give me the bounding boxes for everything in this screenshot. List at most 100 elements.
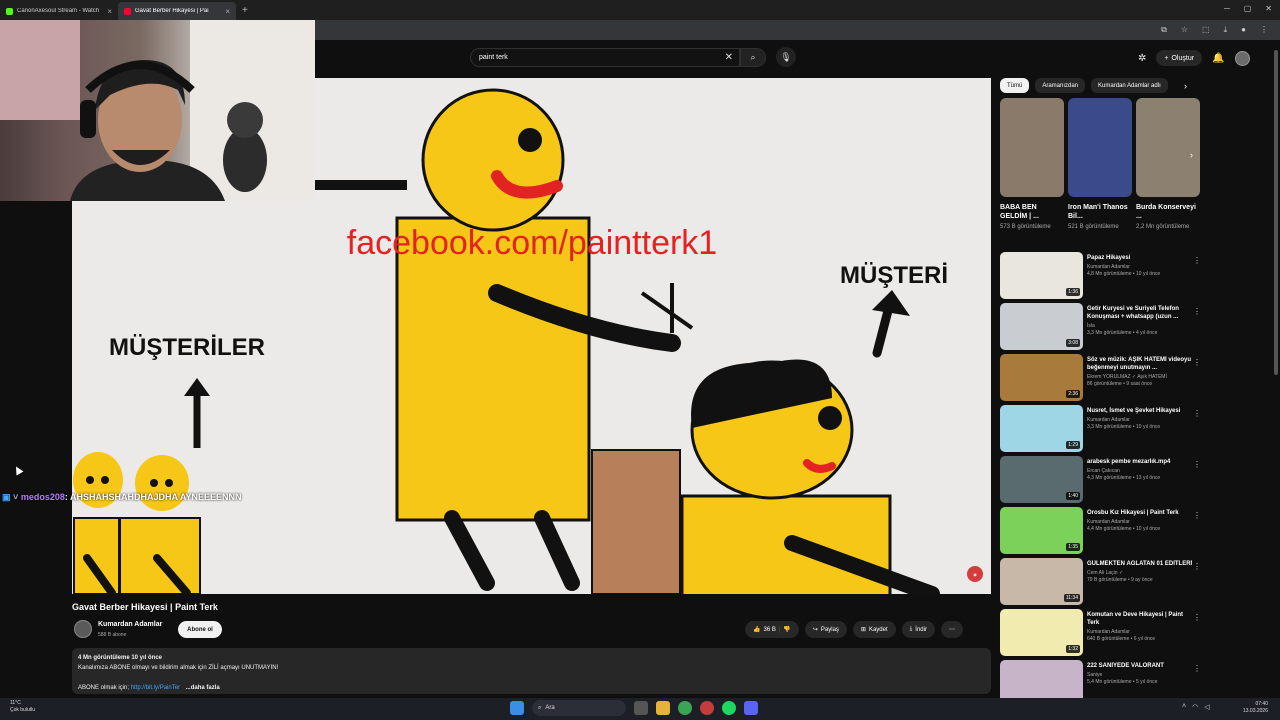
avatar[interactable] xyxy=(1234,50,1250,66)
create-button[interactable]: + Oluştur xyxy=(1156,50,1203,66)
taskbar-search[interactable]: ⌕ Ara xyxy=(532,700,626,716)
short-item[interactable]: Iron Man'i Thanos Bil... 521 B görüntüle… xyxy=(1068,98,1132,231)
video-thumbnail[interactable]: 1:36 xyxy=(1000,252,1083,299)
new-tab-button[interactable]: + xyxy=(242,5,248,16)
list-item[interactable]: 1:35 Orosbu Kız Hikayesi | Paint Terk Ku… xyxy=(1000,507,1205,558)
clear-search-icon[interactable]: ✕ xyxy=(725,52,733,63)
video-title[interactable]: arabesk pembe mezarlık.mp4 xyxy=(1087,458,1195,466)
channel-name[interactable]: Saniye xyxy=(1087,672,1195,679)
channel-name[interactable]: Kumardan Adamlar xyxy=(1087,264,1195,271)
video-thumbnail[interactable]: 1:40 xyxy=(1000,456,1083,503)
description-link[interactable]: http://bit.ly/PainTer xyxy=(131,685,180,691)
more-vert-icon[interactable]: ⋮ xyxy=(1193,511,1201,520)
channel-name[interactable]: Kumardan Adamlar xyxy=(98,621,162,628)
channel-name[interactable]: Cem Ali Laçin ✓ xyxy=(1087,570,1195,577)
like-button[interactable]: 👍 36 B | 👎 xyxy=(745,621,799,638)
chips-next-icon[interactable]: › xyxy=(1184,81,1187,91)
video-thumbnail[interactable]: 1:32 xyxy=(1000,609,1083,656)
more-vert-icon[interactable]: ⋮ xyxy=(1193,307,1201,316)
discord-icon[interactable] xyxy=(744,701,758,715)
page-scrollbar[interactable] xyxy=(1274,50,1278,375)
spotify-icon[interactable] xyxy=(722,701,736,715)
maximize-icon[interactable]: ▢ xyxy=(1244,4,1252,13)
list-item[interactable]: 11:34 GÜLMEKTEN AĞLATAN 01 EDİTLERİ Cem … xyxy=(1000,558,1205,609)
chip-all[interactable]: Tümü xyxy=(1000,78,1030,93)
video-thumbnail[interactable]: 11:34 xyxy=(1000,558,1083,605)
video-title[interactable]: Papaz Hikayesi xyxy=(1087,254,1195,262)
close-tab-icon[interactable]: × xyxy=(225,7,230,16)
menu-icon[interactable]: ⋮ xyxy=(1260,25,1268,35)
video-title[interactable]: Nusret, İsmet ve Şevket Hikayesi xyxy=(1087,407,1195,415)
video-title[interactable]: Orosbu Kız Hikayesi | Paint Terk xyxy=(1087,509,1195,517)
save-button[interactable]: ⊞ Kaydet xyxy=(852,621,896,638)
chip-channel[interactable]: Kumardan Adamlar adlı xyxy=(1091,78,1168,93)
more-vert-icon[interactable]: ⋮ xyxy=(1193,409,1201,418)
download-button[interactable]: ⤓ İndir xyxy=(901,621,935,638)
channel-name[interactable]: Kumardan Adamlar xyxy=(1087,629,1195,636)
list-item[interactable]: 1:29 Nusret, İsmet ve Şevket Hikayesi Ku… xyxy=(1000,405,1205,456)
channel-name[interactable]: İsla xyxy=(1087,323,1195,330)
close-window-icon[interactable]: ✕ xyxy=(1265,4,1272,13)
clock[interactable]: 07:40 13.03.2026 xyxy=(1243,701,1268,715)
more-vert-icon[interactable]: ⋮ xyxy=(1193,664,1201,673)
channel-name[interactable]: Kumardan Adamlar xyxy=(1087,519,1195,526)
video-thumbnail[interactable]: 1:35 xyxy=(1000,507,1083,554)
browser-tab-2[interactable]: Gavat Berber Hikayesi | Pai × xyxy=(118,2,236,20)
thumbs-down-icon[interactable]: 👎 xyxy=(783,626,790,633)
short-item[interactable]: Burda Konserveyi ... 2,2 Mn görüntüleme xyxy=(1136,98,1200,231)
channel-name[interactable]: Ekrem YORULMAZ ✓ Aşık HATEMİ xyxy=(1087,374,1195,381)
list-item[interactable]: 3:08 Getir Kuryesi ve Suriyeli Telefon K… xyxy=(1000,303,1205,354)
more-vert-icon[interactable]: ⋮ xyxy=(1193,460,1201,469)
weather-widget[interactable]: 11°C Çok bulutlu xyxy=(10,700,35,714)
close-tab-icon[interactable]: × xyxy=(107,7,112,16)
search-input[interactable]: paint terk ✕ xyxy=(470,48,740,67)
short-title[interactable]: BABA BEN GELDİM | ... xyxy=(1000,203,1064,221)
video-thumbnail[interactable]: 2:36 xyxy=(1000,354,1083,401)
share-button[interactable]: ↪ Paylaş xyxy=(804,621,847,638)
channel-avatar[interactable] xyxy=(74,620,92,638)
app-icon[interactable] xyxy=(700,701,714,715)
video-title[interactable]: Söz ve müzik: AŞIK HATEMİ videoyu beğenm… xyxy=(1087,356,1195,372)
bell-icon[interactable]: 🔔 xyxy=(1212,53,1224,64)
more-actions-button[interactable]: ⋯ xyxy=(940,621,963,638)
download-icon[interactable]: ⤓ xyxy=(1224,25,1228,35)
show-more-link[interactable]: ...daha fazla xyxy=(186,685,220,691)
profile-icon[interactable]: ● xyxy=(1241,25,1246,35)
more-vert-icon[interactable]: ⋮ xyxy=(1193,613,1201,622)
gear-icon[interactable]: ✲ xyxy=(1138,53,1146,64)
list-item[interactable]: 2:36 Söz ve müzik: AŞIK HATEMİ videoyu b… xyxy=(1000,354,1205,405)
browser-tab-1[interactable]: CanonAxesoul Stream - Watch × xyxy=(0,2,118,20)
voice-search-button[interactable]: 🎙 xyxy=(776,47,796,67)
more-vert-icon[interactable]: ⋮ xyxy=(1193,358,1201,367)
bookmark-star-icon[interactable]: ☆ xyxy=(1181,25,1188,35)
short-title[interactable]: Iron Man'i Thanos Bil... xyxy=(1068,203,1132,221)
short-thumbnail[interactable] xyxy=(1000,98,1064,197)
video-title[interactable]: GÜLMEKTEN AĞLATAN 01 EDİTLERİ xyxy=(1087,560,1195,568)
channel-watermark-icon[interactable]: ◉ xyxy=(967,566,983,582)
video-thumbnail[interactable]: 3:08 xyxy=(1000,303,1083,350)
list-item[interactable]: 1:36 Papaz Hikayesi Kumardan Adamlar 4,8… xyxy=(1000,252,1205,303)
chip-from-search[interactable]: Aramanızdan xyxy=(1035,78,1086,93)
chrome-icon[interactable] xyxy=(678,701,692,715)
video-title[interactable]: Getir Kuryesi ve Suriyeli Telefon Konuşm… xyxy=(1087,305,1195,321)
install-icon[interactable]: ⧉ xyxy=(1161,25,1167,35)
volume-icon[interactable]: ◁ xyxy=(1204,703,1209,711)
more-vert-icon[interactable]: ⋮ xyxy=(1193,256,1201,265)
file-explorer-icon[interactable] xyxy=(656,701,670,715)
list-item[interactable]: 1:40 arabesk pembe mezarlık.mp4 Ercan Ça… xyxy=(1000,456,1205,507)
short-thumbnail[interactable] xyxy=(1136,98,1200,197)
shorts-next-icon[interactable]: › xyxy=(1190,150,1193,160)
short-thumbnail[interactable] xyxy=(1068,98,1132,197)
task-view-icon[interactable] xyxy=(634,701,648,715)
tray-chevron-icon[interactable]: ˄ xyxy=(1182,703,1186,711)
subscribe-button[interactable]: Abone ol xyxy=(178,621,222,638)
windows-start-icon[interactable] xyxy=(510,701,524,715)
short-title[interactable]: Burda Konserveyi ... xyxy=(1136,203,1200,221)
search-button[interactable]: ⌕ xyxy=(740,48,766,67)
short-item[interactable]: BABA BEN GELDİM | ... 573 B görüntüleme xyxy=(1000,98,1064,231)
channel-name[interactable]: Ercan Çakıcan xyxy=(1087,468,1195,475)
extensions-icon[interactable]: ⬚ xyxy=(1202,25,1210,35)
minimize-icon[interactable]: ─ xyxy=(1224,4,1230,13)
video-thumbnail[interactable]: 1:29 xyxy=(1000,405,1083,452)
list-item[interactable]: 1:32 Komutan ve Deve Hikayesi | Paint Te… xyxy=(1000,609,1205,660)
